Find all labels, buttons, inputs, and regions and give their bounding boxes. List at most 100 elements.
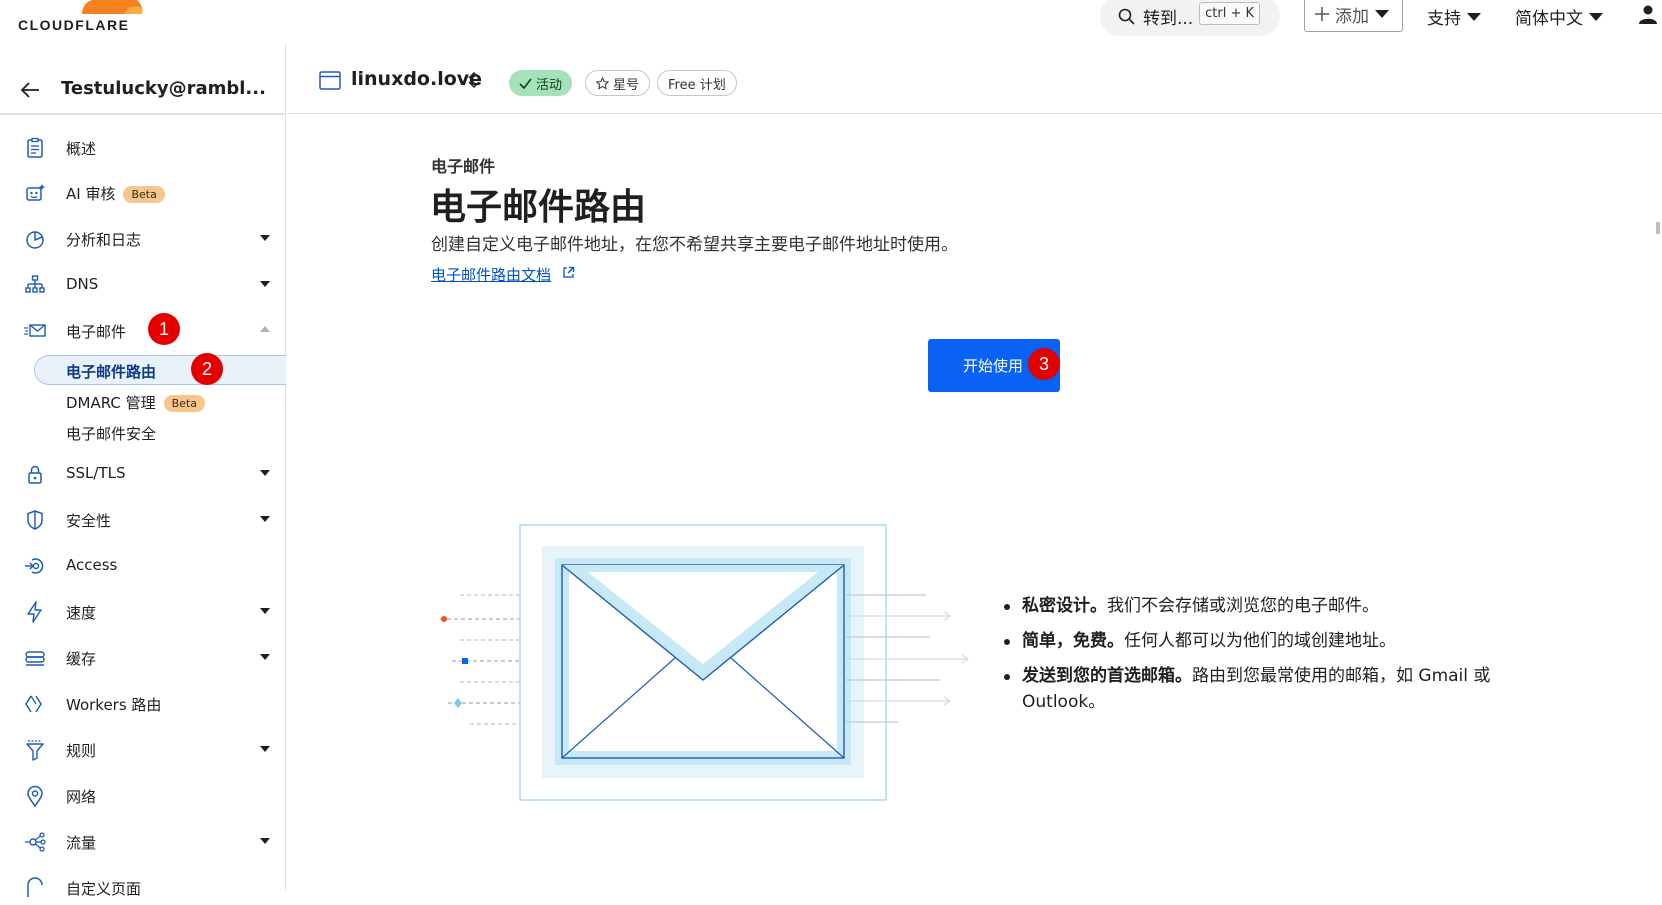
database-icon — [25, 651, 45, 666]
sidebar-item-label: SSL/TLS — [66, 464, 126, 482]
list-item: 私密设计。我们不会存储或浏览您的电子邮件。 — [1000, 593, 1520, 619]
sidebar-item-analytics[interactable]: 分析和日志 — [0, 220, 286, 256]
sidebar-item-rules[interactable]: 规则 — [0, 731, 286, 767]
sidebar-item-label: AI 审核 Beta — [66, 183, 165, 204]
list-item: 发送到您的首选邮箱。路由到您最常使用的邮箱，如 Gmail 或 Outlook。 — [1000, 663, 1520, 715]
location-pin-icon — [27, 785, 43, 807]
custom-page-icon — [27, 877, 43, 897]
orange-dot-icon — [441, 616, 447, 622]
language-label: 简体中文 — [1515, 9, 1583, 29]
add-button[interactable]: 添加 — [1304, 0, 1403, 32]
envelope-fast-icon — [24, 324, 46, 337]
search-label: 转到... — [1143, 8, 1194, 29]
sidebar-item-network[interactable]: 网络 — [0, 777, 286, 813]
language-menu[interactable]: 简体中文 — [1515, 4, 1603, 29]
beta-badge: Beta — [163, 395, 206, 412]
scrollbar-thumb[interactable] — [1656, 222, 1660, 234]
zone-switcher-icon[interactable] — [467, 70, 481, 90]
sidebar-item-traffic[interactable]: 流量 — [0, 823, 286, 859]
user-icon[interactable] — [1638, 4, 1658, 24]
zone-name[interactable]: linuxdo.love — [351, 68, 482, 90]
divider — [0, 114, 286, 115]
sidebar-item-label: 自定义页面 — [66, 880, 142, 898]
add-label: 添加 — [1335, 6, 1369, 27]
sidebar-item-workers-routes[interactable]: Workers 路由 — [0, 685, 286, 721]
cloudflare-logo[interactable]: CLOUDFLARE — [18, 0, 148, 34]
clipboard-icon — [27, 137, 43, 158]
chevron-up-icon — [260, 326, 270, 332]
benefits-list: 私密设计。我们不会存储或浏览您的电子邮件。 简单，免费。任何人都可以为他们的域创… — [1000, 593, 1520, 724]
beta-badge: Beta — [123, 186, 165, 203]
workers-icon — [25, 695, 42, 713]
support-label: 支持 — [1427, 9, 1461, 29]
sidebar-item-label: 电子邮件 — [66, 323, 127, 341]
search-icon — [1118, 8, 1135, 25]
sidebar-item-ssl-tls[interactable]: SSL/TLS — [0, 455, 286, 491]
account-switcher[interactable]: Testulucky@rambl... — [0, 64, 286, 114]
sidebar-subitem-dmarc[interactable]: DMARC 管理 Beta — [66, 392, 206, 413]
sidebar-item-label: 安全性 — [66, 512, 112, 530]
chevron-down-icon — [260, 746, 270, 752]
sidebar-item-label: 流量 — [66, 834, 97, 852]
annotation-badge-2: 2 — [191, 353, 223, 385]
sidebar-item-label: Access — [66, 556, 118, 574]
sidebar-subitem-text: DMARC 管理 — [66, 394, 156, 412]
sidebar-item-label: DNS — [66, 275, 99, 293]
chevron-down-icon — [260, 281, 270, 287]
status-text: 活动 — [536, 77, 563, 93]
goto-search[interactable]: 转到... ctrl + K — [1100, 0, 1280, 36]
shield-icon — [27, 510, 43, 530]
sidebar-item-custom-pages[interactable]: 自定义页面 — [0, 869, 286, 905]
funnel-icon — [26, 740, 44, 761]
blue-square-icon — [462, 658, 468, 664]
sidebar-item-label: 分析和日志 — [66, 231, 142, 249]
lock-icon — [28, 465, 42, 484]
chevron-down-icon — [1589, 12, 1603, 21]
status-badge: 活动 — [509, 70, 573, 96]
sidebar-item-ai-audit[interactable]: AI 审核 Beta — [0, 174, 286, 210]
sidebar-item-label: 速度 — [66, 604, 97, 622]
plan-badge[interactable]: Free 计划 — [657, 70, 737, 96]
sidebar-subitem-email-routing[interactable]: 电子邮件路由 — [66, 361, 156, 382]
sidebar-item-email[interactable]: 电子邮件 — [0, 312, 286, 348]
docs-link[interactable]: 电子邮件路由文档 — [431, 264, 551, 285]
benefit-text: 任何人都可以为他们的域创建地址。 — [1124, 631, 1396, 651]
sidebar-item-label: 缓存 — [66, 650, 97, 668]
sidebar-item-access[interactable]: Access — [0, 547, 286, 583]
benefit-title: 私密设计。 — [1022, 596, 1107, 616]
sidebar-item-cache[interactable]: 缓存 — [0, 639, 286, 675]
robot-icon — [26, 184, 45, 201]
lightning-icon — [27, 601, 42, 623]
chevron-down-icon — [260, 838, 270, 844]
benefit-title: 发送到您的首选邮箱。 — [1022, 666, 1192, 686]
envelope-illustration — [440, 524, 970, 801]
benefit-text: 我们不会存储或浏览您的电子邮件。 — [1107, 596, 1379, 616]
benefit-title: 简单，免费。 — [1022, 631, 1124, 651]
star-icon — [596, 76, 609, 90]
chevron-down-icon — [1375, 10, 1389, 18]
zone-header: linuxdo.love 活动 星号 Free 计划 — [287, 44, 1662, 114]
sidebar-subitem-email-security[interactable]: 电子邮件安全 — [66, 423, 156, 444]
annotation-badge-3: 3 — [1028, 348, 1060, 380]
chevron-down-icon — [260, 654, 270, 660]
external-link-icon[interactable] — [562, 266, 575, 279]
section-eyebrow: 电子邮件 — [431, 157, 496, 176]
star-label: 星号 — [613, 77, 640, 93]
list-item: 简单，免费。任何人都可以为他们的域创建地址。 — [1000, 628, 1520, 654]
sidebar-item-security[interactable]: 安全性 — [0, 501, 286, 537]
get-started-label: 开始使用 — [963, 357, 1024, 375]
sidebar-item-speed[interactable]: 速度 — [0, 593, 286, 629]
browser-window-icon — [319, 71, 341, 90]
support-menu[interactable]: 支持 — [1427, 4, 1481, 29]
sidebar-item-dns[interactable]: DNS — [0, 266, 286, 302]
sidebar-item-overview[interactable]: 概述 — [0, 129, 286, 165]
annotation-badge-1: 1 — [148, 313, 180, 345]
traffic-nodes-icon — [25, 832, 46, 852]
check-icon — [519, 78, 532, 89]
keyboard-shortcut: ctrl + K — [1199, 2, 1260, 25]
star-button[interactable]: 星号 — [585, 70, 651, 96]
sidebar-item-label: 概述 — [66, 140, 97, 158]
arrow-left-icon[interactable] — [20, 82, 40, 98]
top-bar: CLOUDFLARE 转到... ctrl + K 添加 支持 简体中文 — [0, 0, 1662, 44]
pie-chart-icon — [26, 231, 44, 249]
